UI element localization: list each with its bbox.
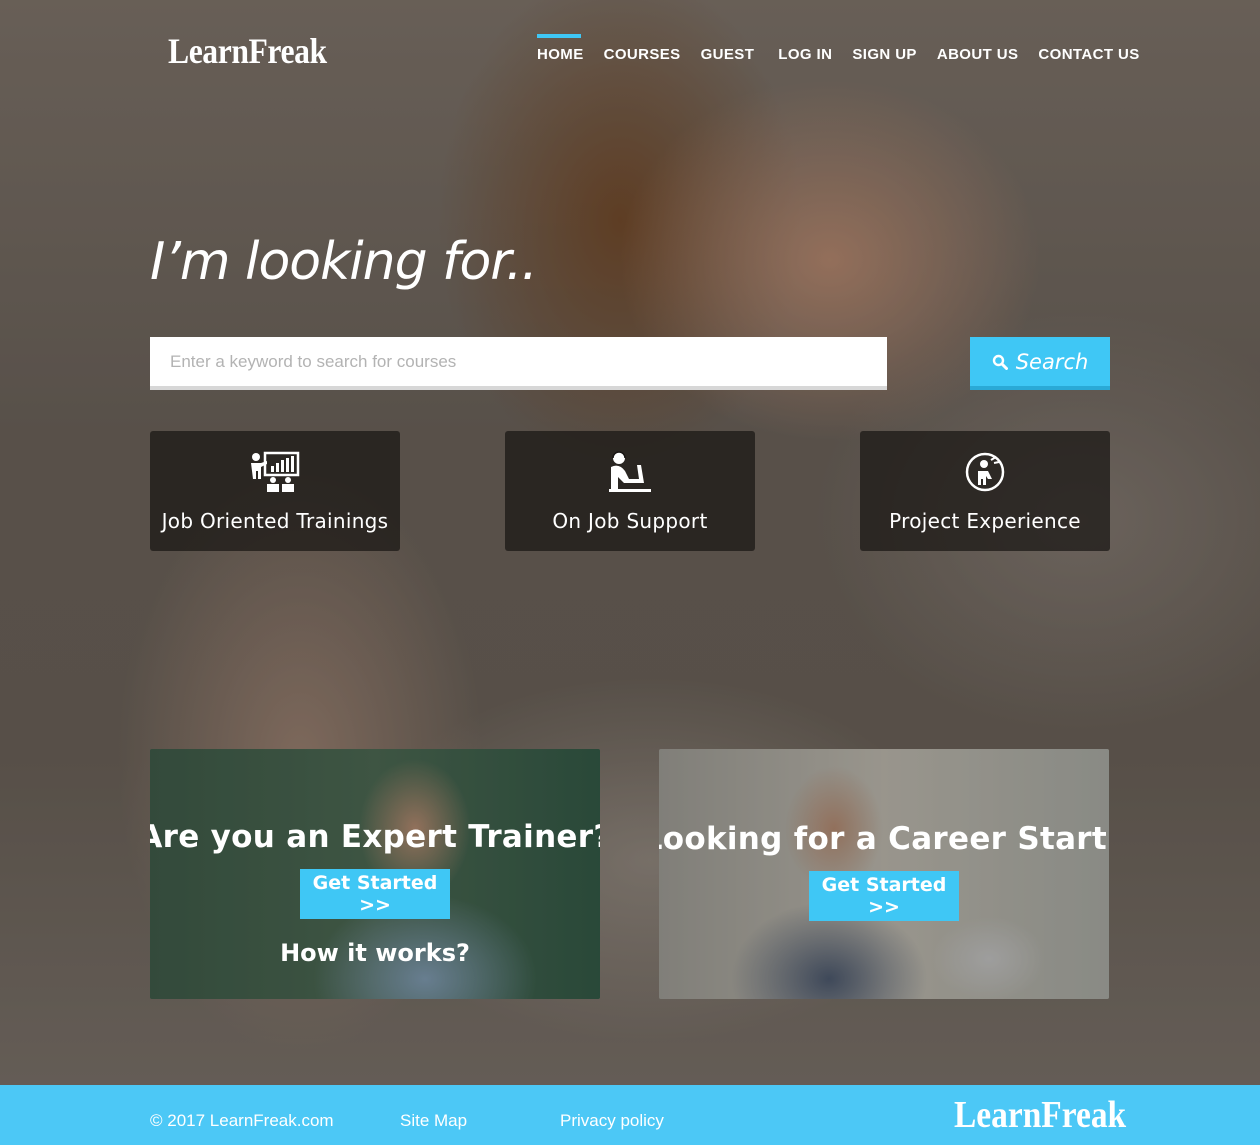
footer-copyright: © 2017 LearnFreak.com xyxy=(150,1111,334,1130)
feature-on-job-support[interactable]: On Job Support xyxy=(505,431,755,551)
nav-guest[interactable]: GUEST xyxy=(701,34,755,63)
promo-title: Are you an Expert Trainer? xyxy=(150,819,600,855)
promo-expert-trainer: Are you an Expert Trainer? Get Started >… xyxy=(150,749,600,999)
main-nav: HOME COURSES GUEST LOG IN SIGN UP ABOUT … xyxy=(537,34,1140,63)
feature-label: Project Experience xyxy=(889,509,1081,533)
feature-project-experience[interactable]: Project Experience xyxy=(860,431,1110,551)
search-button[interactable]: Search xyxy=(970,337,1110,390)
promo-title: Looking for a Career Start? xyxy=(659,821,1109,857)
hero-headline: I’m looking for.. xyxy=(150,232,538,292)
how-it-works-link[interactable]: How it works? xyxy=(280,939,470,967)
feature-label: Job Oriented Trainings xyxy=(161,509,389,533)
footer-link-site-map[interactable]: Site Map xyxy=(400,1111,467,1131)
logo[interactable]: LearnFreak xyxy=(168,30,327,72)
footer-link-privacy-policy[interactable]: Privacy policy xyxy=(560,1111,664,1131)
nav-sign-up[interactable]: SIGN UP xyxy=(852,34,916,63)
feature-label: On Job Support xyxy=(552,509,708,533)
trainer-get-started-button[interactable]: Get Started >> xyxy=(300,869,450,919)
nav-home[interactable]: HOME xyxy=(537,34,584,63)
promo-career-start: Looking for a Career Start? Get Started … xyxy=(659,749,1109,999)
search-icon xyxy=(992,354,1008,370)
person-at-desk-icon xyxy=(606,449,654,495)
career-get-started-button[interactable]: Get Started >> xyxy=(809,871,959,921)
nav-contact-us[interactable]: CONTACT US xyxy=(1038,34,1139,63)
footer-logo[interactable]: LearnFreak xyxy=(954,1093,1126,1137)
nav-courses[interactable]: COURSES xyxy=(604,34,681,63)
person-in-circle-icon xyxy=(964,449,1006,495)
footer: © 2017 LearnFreak.com Site Map Privacy p… xyxy=(0,1085,1260,1145)
feature-job-oriented-trainings[interactable]: Job Oriented Trainings xyxy=(150,431,400,551)
nav-log-in[interactable]: LOG IN xyxy=(778,34,832,63)
nav-about-us[interactable]: ABOUT US xyxy=(937,34,1019,63)
presentation-chart-icon xyxy=(249,449,301,495)
search-input[interactable] xyxy=(150,337,887,390)
search-button-label: Search xyxy=(1015,349,1089,374)
